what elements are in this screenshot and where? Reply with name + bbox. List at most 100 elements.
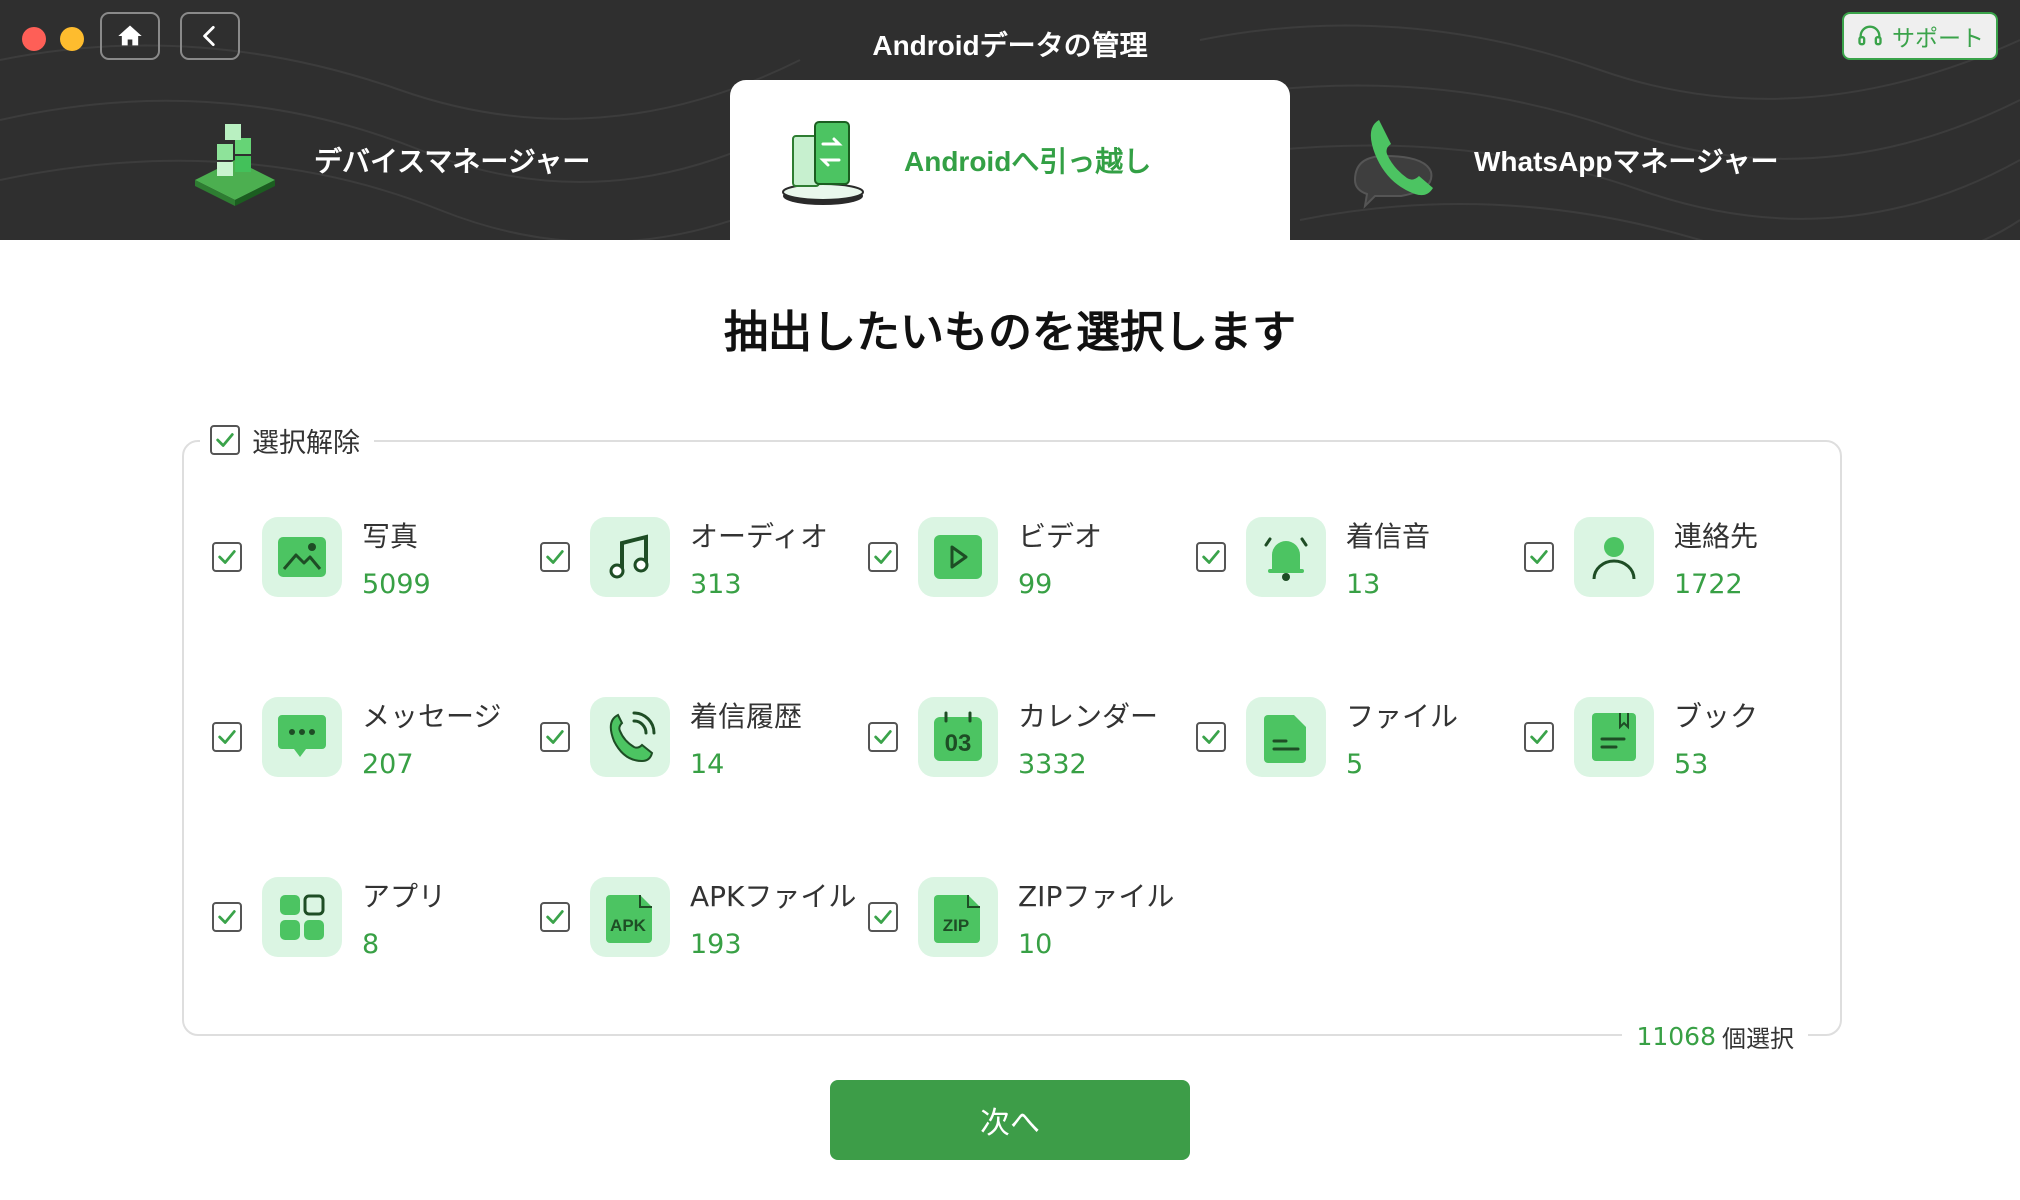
phone-call-icon	[590, 697, 670, 777]
item-count: 10	[1018, 928, 1053, 960]
next-button[interactable]: 次へ	[830, 1080, 1190, 1160]
checkmark-icon	[1530, 730, 1548, 744]
item-label: 着信履歴	[690, 699, 803, 733]
phone-transfer-icon	[770, 105, 880, 215]
item-label: オーディオ	[690, 519, 829, 553]
item-label: カレンダー	[1018, 699, 1159, 733]
item-label: 写真	[362, 519, 419, 553]
item-checkbox[interactable]	[1196, 722, 1226, 752]
item-checkbox[interactable]	[212, 722, 242, 752]
zip-file-icon: ZIP	[918, 877, 998, 957]
checkmark-icon	[874, 910, 892, 924]
checkmark-icon	[874, 550, 892, 564]
item-count: 14	[690, 748, 725, 780]
item-audio[interactable]: オーディオ 313	[540, 514, 860, 600]
item-video[interactable]: ビデオ 99	[868, 514, 1188, 600]
item-count: 3332	[1018, 748, 1087, 780]
item-photos[interactable]: 写真 5099	[212, 514, 532, 600]
checkmark-icon	[546, 730, 564, 744]
item-label: ブック	[1674, 699, 1759, 733]
select-all-checkbox[interactable]	[210, 425, 240, 455]
item-count: 313	[690, 568, 742, 600]
checkmark-icon	[874, 730, 892, 744]
item-count: 8	[362, 928, 380, 960]
checkmark-icon	[1530, 550, 1548, 564]
checkmark-icon	[1202, 550, 1220, 564]
calendar-icon: 03	[918, 697, 998, 777]
checkmark-icon	[1202, 730, 1220, 744]
contact-person-icon	[1574, 517, 1654, 597]
item-label: 連絡先	[1674, 519, 1759, 553]
item-checkbox[interactable]	[540, 722, 570, 752]
checkmark-icon	[216, 433, 234, 447]
select-toggle-label: 選択解除	[252, 427, 360, 459]
support-button[interactable]: サポート	[1842, 12, 1998, 60]
item-files[interactable]: ファイル 5	[1196, 694, 1516, 780]
item-contacts[interactable]: 連絡先 1722	[1524, 514, 1844, 600]
page-heading: 抽出したいものを選択します	[724, 307, 1296, 358]
item-count: 53	[1674, 748, 1709, 780]
item-calendar[interactable]: 03 カレンダー 3332	[868, 694, 1188, 780]
tab-android-transfer-label: Androidへ引っ越し	[904, 146, 1152, 177]
item-count: 1722	[1674, 568, 1743, 600]
item-label: ZIPファイル	[1018, 879, 1175, 913]
item-checkbox[interactable]	[1524, 542, 1554, 572]
whatsapp-phone-icon	[1340, 105, 1450, 215]
item-label: メッセージ	[362, 699, 502, 733]
item-call-history[interactable]: 着信履歴 14	[540, 694, 860, 780]
item-zip-files[interactable]: ZIP ZIPファイル 10	[868, 874, 1188, 960]
item-label: APKファイル	[690, 879, 857, 913]
item-checkbox[interactable]	[868, 722, 898, 752]
photo-icon	[262, 517, 342, 597]
tab-device-manager-label: デバイスマネージャー	[314, 146, 591, 177]
apk-icon-text: APK	[610, 916, 647, 935]
bell-icon	[1246, 517, 1326, 597]
tab-whatsapp-manager-label: WhatsAppマネージャー	[1474, 146, 1779, 177]
selected-count-number: 11068	[1636, 1021, 1716, 1051]
item-label: アプリ	[362, 879, 447, 913]
checkmark-icon	[218, 910, 236, 924]
file-icon	[1246, 697, 1326, 777]
select-toggle[interactable]: 選択解除	[200, 420, 374, 460]
support-label: サポート	[1892, 25, 1984, 51]
window-title: Androidデータの管理	[872, 30, 1148, 61]
item-checkbox[interactable]	[1196, 542, 1226, 572]
tab-whatsapp-manager[interactable]: WhatsAppマネージャー	[1340, 80, 1900, 240]
headset-icon	[1858, 25, 1882, 46]
item-count: 5099	[362, 568, 431, 600]
item-checkbox[interactable]	[868, 902, 898, 932]
item-count: 5	[1346, 748, 1364, 780]
tab-android-transfer[interactable]: Androidへ引っ越し	[730, 80, 1290, 240]
item-messages[interactable]: メッセージ 207	[212, 694, 532, 780]
apps-grid-icon	[262, 877, 342, 957]
selected-count: 11068 個選択	[1622, 1018, 1808, 1054]
item-count: 13	[1346, 568, 1381, 600]
item-checkbox[interactable]	[212, 902, 242, 932]
tab-device-manager[interactable]: デバイスマネージャー	[180, 80, 730, 240]
item-checkbox[interactable]	[868, 542, 898, 572]
item-count: 99	[1018, 568, 1053, 600]
item-count: 193	[690, 928, 742, 960]
item-label: 着信音	[1346, 519, 1431, 553]
apk-file-icon: APK	[590, 877, 670, 957]
selected-count-unit: 個選択	[1722, 1024, 1794, 1053]
item-checkbox[interactable]	[540, 542, 570, 572]
item-ringtones[interactable]: 着信音 13	[1196, 514, 1516, 600]
checkmark-icon	[218, 550, 236, 564]
item-label: ビデオ	[1018, 519, 1103, 553]
video-play-icon	[918, 517, 998, 597]
message-bubble-icon	[262, 697, 342, 777]
header-bar: Androidデータの管理 サポート デバイスマネージャー Androidへ引っ…	[0, 0, 2020, 240]
item-count: 207	[362, 748, 414, 780]
music-note-icon	[590, 517, 670, 597]
checkmark-icon	[218, 730, 236, 744]
item-books[interactable]: ブック 53	[1524, 694, 1844, 780]
device-cube-icon	[180, 105, 290, 215]
item-checkbox[interactable]	[1524, 722, 1554, 752]
item-apk-files[interactable]: APK APKファイル 193	[540, 874, 860, 960]
item-checkbox[interactable]	[540, 902, 570, 932]
item-checkbox[interactable]	[212, 542, 242, 572]
app-window: Androidデータの管理 サポート デバイスマネージャー Androidへ引っ…	[0, 0, 2020, 1200]
checkmark-icon	[546, 550, 564, 564]
item-apps[interactable]: アプリ 8	[212, 874, 532, 960]
